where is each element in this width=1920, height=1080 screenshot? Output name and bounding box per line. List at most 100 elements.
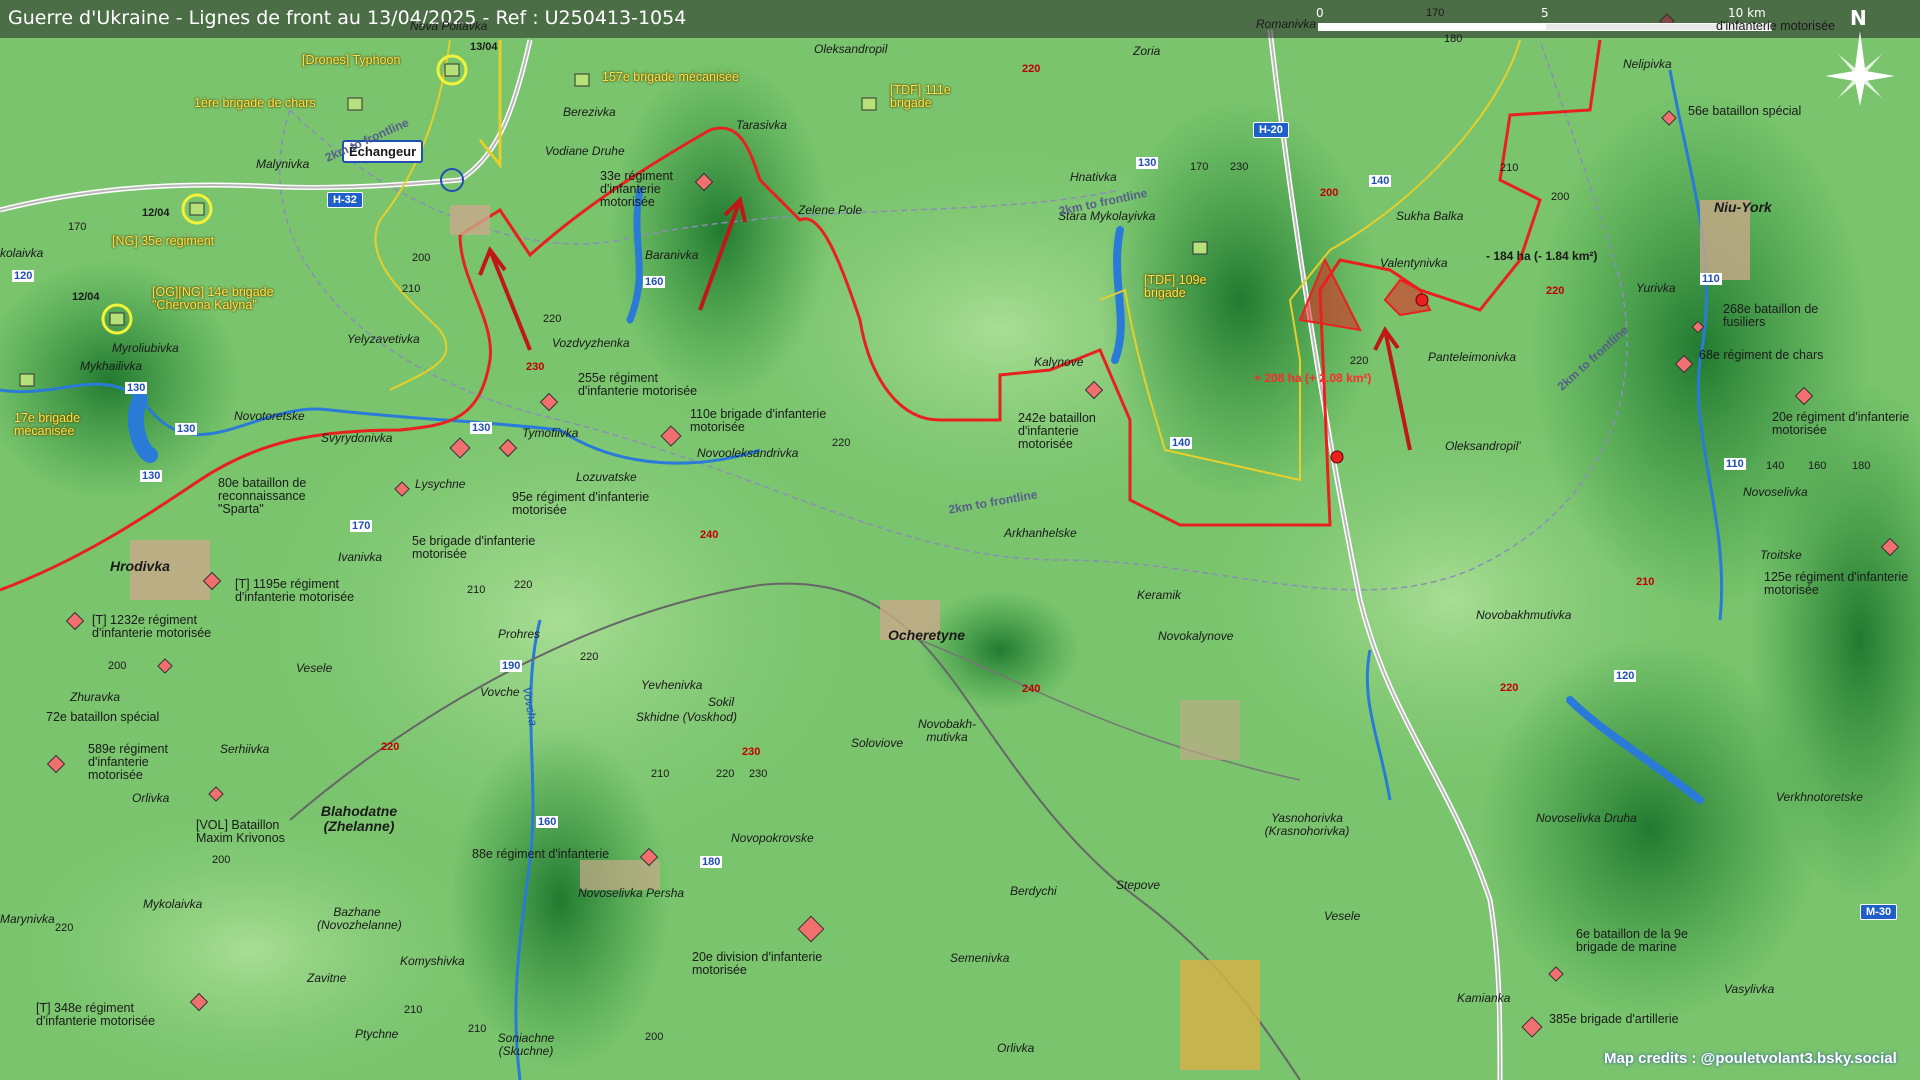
scale-bar: 0 5 10 km [1316, 6, 1772, 36]
ukrainian-unit-label: 157e brigade mécanisée [602, 70, 739, 84]
town-label: Valentynivka [1380, 256, 1448, 270]
town-label: Hnativka [1070, 170, 1117, 184]
big-town-label: Ocheretyne [888, 627, 966, 643]
impact-marker [1330, 450, 1344, 464]
route-number: 140 [1369, 175, 1392, 187]
russian-unit-label: 589e régiment d'infanterie motorisée [88, 742, 168, 783]
russian-unit-label: 95e régiment d'infanterie motorisée [512, 490, 650, 518]
map-title: Guerre d'Ukraine - Lignes de front au 13… [8, 7, 687, 29]
map-view[interactable]: Guerre d'Ukraine - Lignes de front au 13… [0, 0, 1920, 1080]
town-label: Novoselivka Persha [578, 886, 685, 900]
town-label: Bazhane (Novozhelanne) [317, 905, 402, 932]
ukrainian-unit-label: 1ère brigade de chars [194, 96, 316, 110]
scale-label-5: 5 [1541, 6, 1549, 20]
town-label: Sokil [708, 695, 735, 709]
altitude-label: 230 [749, 768, 768, 780]
russian-unit-label: 72e bataillon spécial [46, 710, 160, 724]
ukrainian-unit-label: [NG] 35e régiment [112, 234, 215, 248]
town-label: Vesele [296, 661, 333, 675]
russian-unit-label: 125e régiment d'infanterie motorisée [1764, 570, 1909, 598]
map-credits: Map credits : @pouletvolant3.bsky.social [1604, 1050, 1897, 1067]
altitude-label: 200 [1551, 191, 1570, 203]
impact-marker [1415, 293, 1429, 307]
town-label: Lozuvatske [576, 470, 637, 484]
town-label: Komyshivka [400, 954, 465, 968]
town-label: Arkhanhelske [1004, 526, 1077, 540]
russian-unit-label: [T] 1232e régiment d'infanterie motorisé… [92, 613, 212, 641]
russian-unit-label: 5e brigade d'infanterie motorisée [412, 534, 536, 562]
town-label: Zoria [1133, 44, 1161, 58]
altitude-label: 200 [645, 1031, 664, 1043]
valley [450, 730, 670, 1070]
altitude-label: 210 [651, 768, 670, 780]
road-shield-m30: M-30 [1860, 904, 1898, 920]
russian-unit-label: 6e bataillon de la 9e brigade de marine [1576, 927, 1688, 955]
russian-unit-label: 385e brigade d'artillerie [1549, 1012, 1679, 1026]
russian-unit-label: 20e régiment d'infanterie motorisée [1772, 410, 1910, 438]
town-label: Novopokrovske [731, 831, 814, 845]
altitude-label: 200 [412, 252, 431, 264]
altitude-label: 210 [467, 584, 486, 596]
altitude-label: 180 [1444, 33, 1463, 45]
ukrainian-unit [189, 202, 205, 216]
town-label: Vasylivka [1724, 982, 1775, 996]
altitude-label-red: 210 [1636, 576, 1655, 588]
altitude-label: 220 [55, 922, 74, 934]
russian-unit-label: 33e régiment d'infanterie motorisée [600, 169, 673, 210]
altitude-label: 220 [580, 651, 599, 663]
altitude-label: 220 [716, 768, 735, 780]
route-number: 160 [643, 276, 666, 288]
town-label: Nova Poltavka [410, 19, 488, 33]
town-label: Verkhnotoretske [1776, 790, 1863, 804]
altitude-label: 170 [68, 221, 87, 233]
date-label: 12/04 [72, 291, 100, 303]
town-label: Oleksandropil [814, 42, 888, 56]
date-label: 12/04 [142, 207, 170, 219]
altitude-label: 170 [1426, 7, 1445, 19]
scale-label-0: 0 [1316, 6, 1324, 20]
town-label: Ivanivka [338, 550, 383, 564]
town-label: Novoselivka Druha [1536, 811, 1637, 825]
scale-label-10: 10 km [1728, 6, 1766, 20]
altitude-label: 210 [468, 1023, 487, 1035]
russian-unit-label: 242e bataillon d'infanterie motorisée [1018, 411, 1096, 452]
town-label: Orlivka [997, 1041, 1035, 1055]
altitude-label: 210 [402, 283, 421, 295]
route-number: 130 [140, 470, 163, 482]
big-town-label: Blahodatne (Zhelanne) [320, 803, 398, 834]
town-label: Yasnohorivka (Krasnohorivka) [1264, 811, 1350, 838]
ukrainian-unit-label: [TDF] 111e brigade [890, 83, 951, 111]
russian-unit-label: 80e bataillon de reconnaissance "Sparta" [218, 476, 307, 517]
area-loss-label: - 184 ha (- 1.84 km²) [1486, 249, 1598, 263]
town-label: Ptychne [355, 1027, 399, 1041]
route-number: 120 [1614, 670, 1637, 682]
altitude-label: 220 [832, 437, 851, 449]
ukrainian-unit [861, 97, 877, 111]
russian-unit-label: [T] 1195e régiment d'infanterie motorisé… [235, 577, 355, 605]
ukrainian-unit [444, 63, 460, 77]
town-label: Novooleksandrivka [697, 446, 799, 460]
town-label: Soniachne (Skuchne) [497, 1031, 555, 1058]
russian-unit-label: 20e division d'infanterie motorisée [692, 950, 823, 978]
town-label: Skhidne (Voskhod) [636, 710, 737, 724]
russian-unit-label: 68e régiment de chars [1699, 348, 1824, 362]
route-number: 160 [536, 816, 559, 828]
big-town-label: Niu-York [1714, 199, 1772, 215]
scale-bar-segment [1318, 23, 1545, 31]
town-label: Novobakhmutivka [1476, 608, 1572, 622]
ukrainian-unit-label: 17e brigade mécanisée [14, 411, 81, 439]
town-label: Nelipivka [1623, 57, 1672, 71]
altitude-label-red: 240 [1022, 683, 1041, 695]
town-label: Sukha Balka [1396, 209, 1464, 223]
town-label: Orlivka [132, 791, 170, 805]
town-label: Kalynove [1034, 355, 1084, 369]
route-number: 130 [470, 422, 493, 434]
town-label: Yevhenivka [641, 678, 703, 692]
area-gain-label: + 208 ha (+ 2.08 km²) [1254, 371, 1372, 385]
town-label: Yurivka [1636, 281, 1676, 295]
altitude-label-red: 220 [1546, 285, 1565, 297]
ukrainian-unit [574, 73, 590, 87]
altitude-label-red: 220 [1022, 63, 1041, 75]
altitude-label-red: 230 [742, 746, 761, 758]
altitude-label: 160 [1808, 460, 1827, 472]
